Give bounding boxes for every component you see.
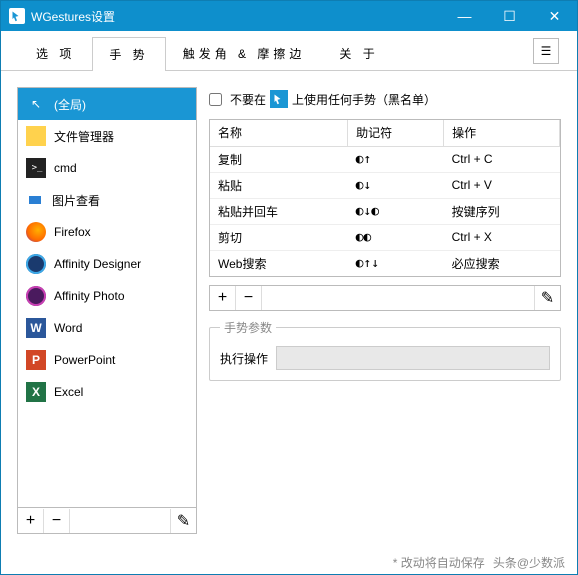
edit-app-button[interactable]: ✎ <box>170 509 196 533</box>
params-legend: 手势参数 <box>220 319 276 336</box>
table-row[interactable]: 复制◐↑Ctrl + C <box>210 146 560 172</box>
close-button[interactable]: ✕ <box>532 1 577 31</box>
app-list: ↖ (全局) 文件管理器 >_ cmd 图片查看 Firefox Affinity Desig… <box>17 87 197 508</box>
app-icon: W <box>26 318 46 338</box>
app-item[interactable]: Affinity Photo <box>18 280 196 312</box>
gesture-pane: 不要在 上使用任何手势（黑名单） 名称助记符操作 复制◐↑Ctrl + C粘贴◐… <box>209 87 561 534</box>
tab-2[interactable]: 触发角 & 摩擦边 <box>166 36 323 70</box>
cell-name: 复制 <box>210 146 348 172</box>
app-icon: X <box>26 382 46 402</box>
column-header[interactable]: 操作 <box>444 120 560 146</box>
app-label: Excel <box>54 385 83 399</box>
app-item[interactable]: W Word <box>18 312 196 344</box>
cell-action: Ctrl + W <box>444 276 560 277</box>
app-icon: ↖ <box>26 94 46 114</box>
autosave-note: * 改动将自动保存 <box>393 554 485 571</box>
gesture-table-wrap: 名称助记符操作 复制◐↑Ctrl + C粘贴◐↓Ctrl + V粘贴并回车◐↓◐… <box>209 119 561 277</box>
tab-0[interactable]: 选 项 <box>19 36 92 70</box>
app-toolbar: + − ✎ <box>17 508 197 534</box>
app-item[interactable]: 图片查看 <box>18 184 196 216</box>
exec-row: 执行操作 <box>220 346 550 370</box>
cell-action: Ctrl + X <box>444 224 560 250</box>
column-header[interactable]: 助记符 <box>348 120 444 146</box>
table-row[interactable]: 粘贴◐↓Ctrl + V <box>210 172 560 198</box>
table-row[interactable]: 关闭◐↓→Ctrl + W <box>210 276 560 277</box>
cell-name: Web搜索 <box>210 250 348 276</box>
app-icon <box>26 193 44 207</box>
app-icon <box>26 126 46 146</box>
app-label: Word <box>54 321 82 335</box>
app-label: PowerPoint <box>54 353 115 367</box>
blacklist-prefix: 不要在 <box>230 91 266 108</box>
tab-3[interactable]: 关 于 <box>322 36 395 70</box>
app-icon <box>26 222 46 242</box>
cell-action: 必应搜索 <box>444 250 560 276</box>
app-item[interactable]: ↖ (全局) <box>18 88 196 120</box>
app-label: (全局) <box>54 96 86 113</box>
menu-button[interactable]: ☰ <box>533 38 559 64</box>
app-label: 文件管理器 <box>54 128 114 145</box>
cell-action: Ctrl + V <box>444 172 560 198</box>
app-label: Firefox <box>54 225 91 239</box>
app-item[interactable]: Affinity Designer <box>18 248 196 280</box>
exec-label: 执行操作 <box>220 350 268 367</box>
cell-mnem: ◐↑ <box>348 146 444 172</box>
app-label: Affinity Designer <box>54 257 141 271</box>
content-area: ↖ (全局) 文件管理器 >_ cmd 图片查看 Firefox Affinity Desig… <box>1 71 577 550</box>
app-icon: >_ <box>26 158 46 178</box>
exec-select[interactable] <box>276 346 550 370</box>
column-header[interactable]: 名称 <box>210 120 348 146</box>
gesture-table: 名称助记符操作 复制◐↑Ctrl + C粘贴◐↓Ctrl + V粘贴并回车◐↓◐… <box>210 120 560 277</box>
add-app-button[interactable]: + <box>18 509 44 533</box>
tab-bar: 选 项手 势触发角 & 摩擦边关 于 ☰ <box>1 31 577 71</box>
footer: * 改动将自动保存 头条@少数派 <box>1 550 577 574</box>
cell-action: Ctrl + C <box>444 146 560 172</box>
app-list-pane: ↖ (全局) 文件管理器 >_ cmd 图片查看 Firefox Affinity Desig… <box>17 87 197 534</box>
cell-name: 粘贴 <box>210 172 348 198</box>
cell-name: 关闭 <box>210 276 348 277</box>
gesture-toolbar: + − ✎ <box>209 285 561 311</box>
app-icon: P <box>26 350 46 370</box>
table-row[interactable]: 粘贴并回车◐↓◐按键序列 <box>210 198 560 224</box>
cell-name: 剪切 <box>210 224 348 250</box>
app-item[interactable]: >_ cmd <box>18 152 196 184</box>
maximize-button[interactable]: ☐ <box>487 1 532 31</box>
app-item[interactable]: 文件管理器 <box>18 120 196 152</box>
app-label: 图片查看 <box>52 192 100 209</box>
cell-action: 按键序列 <box>444 198 560 224</box>
remove-gesture-button[interactable]: − <box>236 286 262 310</box>
watermark: 头条@少数派 <box>493 554 565 571</box>
window-title: WGestures设置 <box>31 8 442 25</box>
titlebar: WGestures设置 — ☐ ✕ <box>1 1 577 31</box>
app-window: WGestures设置 — ☐ ✕ 选 项手 势触发角 & 摩擦边关 于 ☰ ↖… <box>0 0 578 575</box>
tab-1[interactable]: 手 势 <box>92 37 165 71</box>
cursor-icon <box>270 90 288 108</box>
table-row[interactable]: Web搜索◐↑↓必应搜索 <box>210 250 560 276</box>
cell-mnem: ◐◐ <box>348 224 444 250</box>
app-icon <box>26 254 46 274</box>
cell-mnem: ◐↓◐ <box>348 198 444 224</box>
blacklist-checkbox[interactable] <box>209 93 222 106</box>
cell-mnem: ◐↑↓ <box>348 250 444 276</box>
app-item[interactable]: P PowerPoint <box>18 344 196 376</box>
app-icon <box>26 286 46 306</box>
blacklist-suffix: 上使用任何手势（黑名单） <box>292 91 436 108</box>
edit-gesture-button[interactable]: ✎ <box>534 286 560 310</box>
minimize-button[interactable]: — <box>442 1 487 31</box>
app-item[interactable]: X Excel <box>18 376 196 408</box>
blacklist-row[interactable]: 不要在 上使用任何手势（黑名单） <box>209 87 561 111</box>
app-item[interactable]: Firefox <box>18 216 196 248</box>
gesture-params: 手势参数 执行操作 <box>209 319 561 381</box>
app-label: cmd <box>54 161 77 175</box>
app-label: Affinity Photo <box>54 289 125 303</box>
app-icon <box>9 8 25 24</box>
cell-mnem: ◐↓→ <box>348 276 444 277</box>
remove-app-button[interactable]: − <box>44 509 70 533</box>
cell-mnem: ◐↓ <box>348 172 444 198</box>
cell-name: 粘贴并回车 <box>210 198 348 224</box>
window-buttons: — ☐ ✕ <box>442 1 577 31</box>
add-gesture-button[interactable]: + <box>210 286 236 310</box>
table-row[interactable]: 剪切◐◐Ctrl + X <box>210 224 560 250</box>
